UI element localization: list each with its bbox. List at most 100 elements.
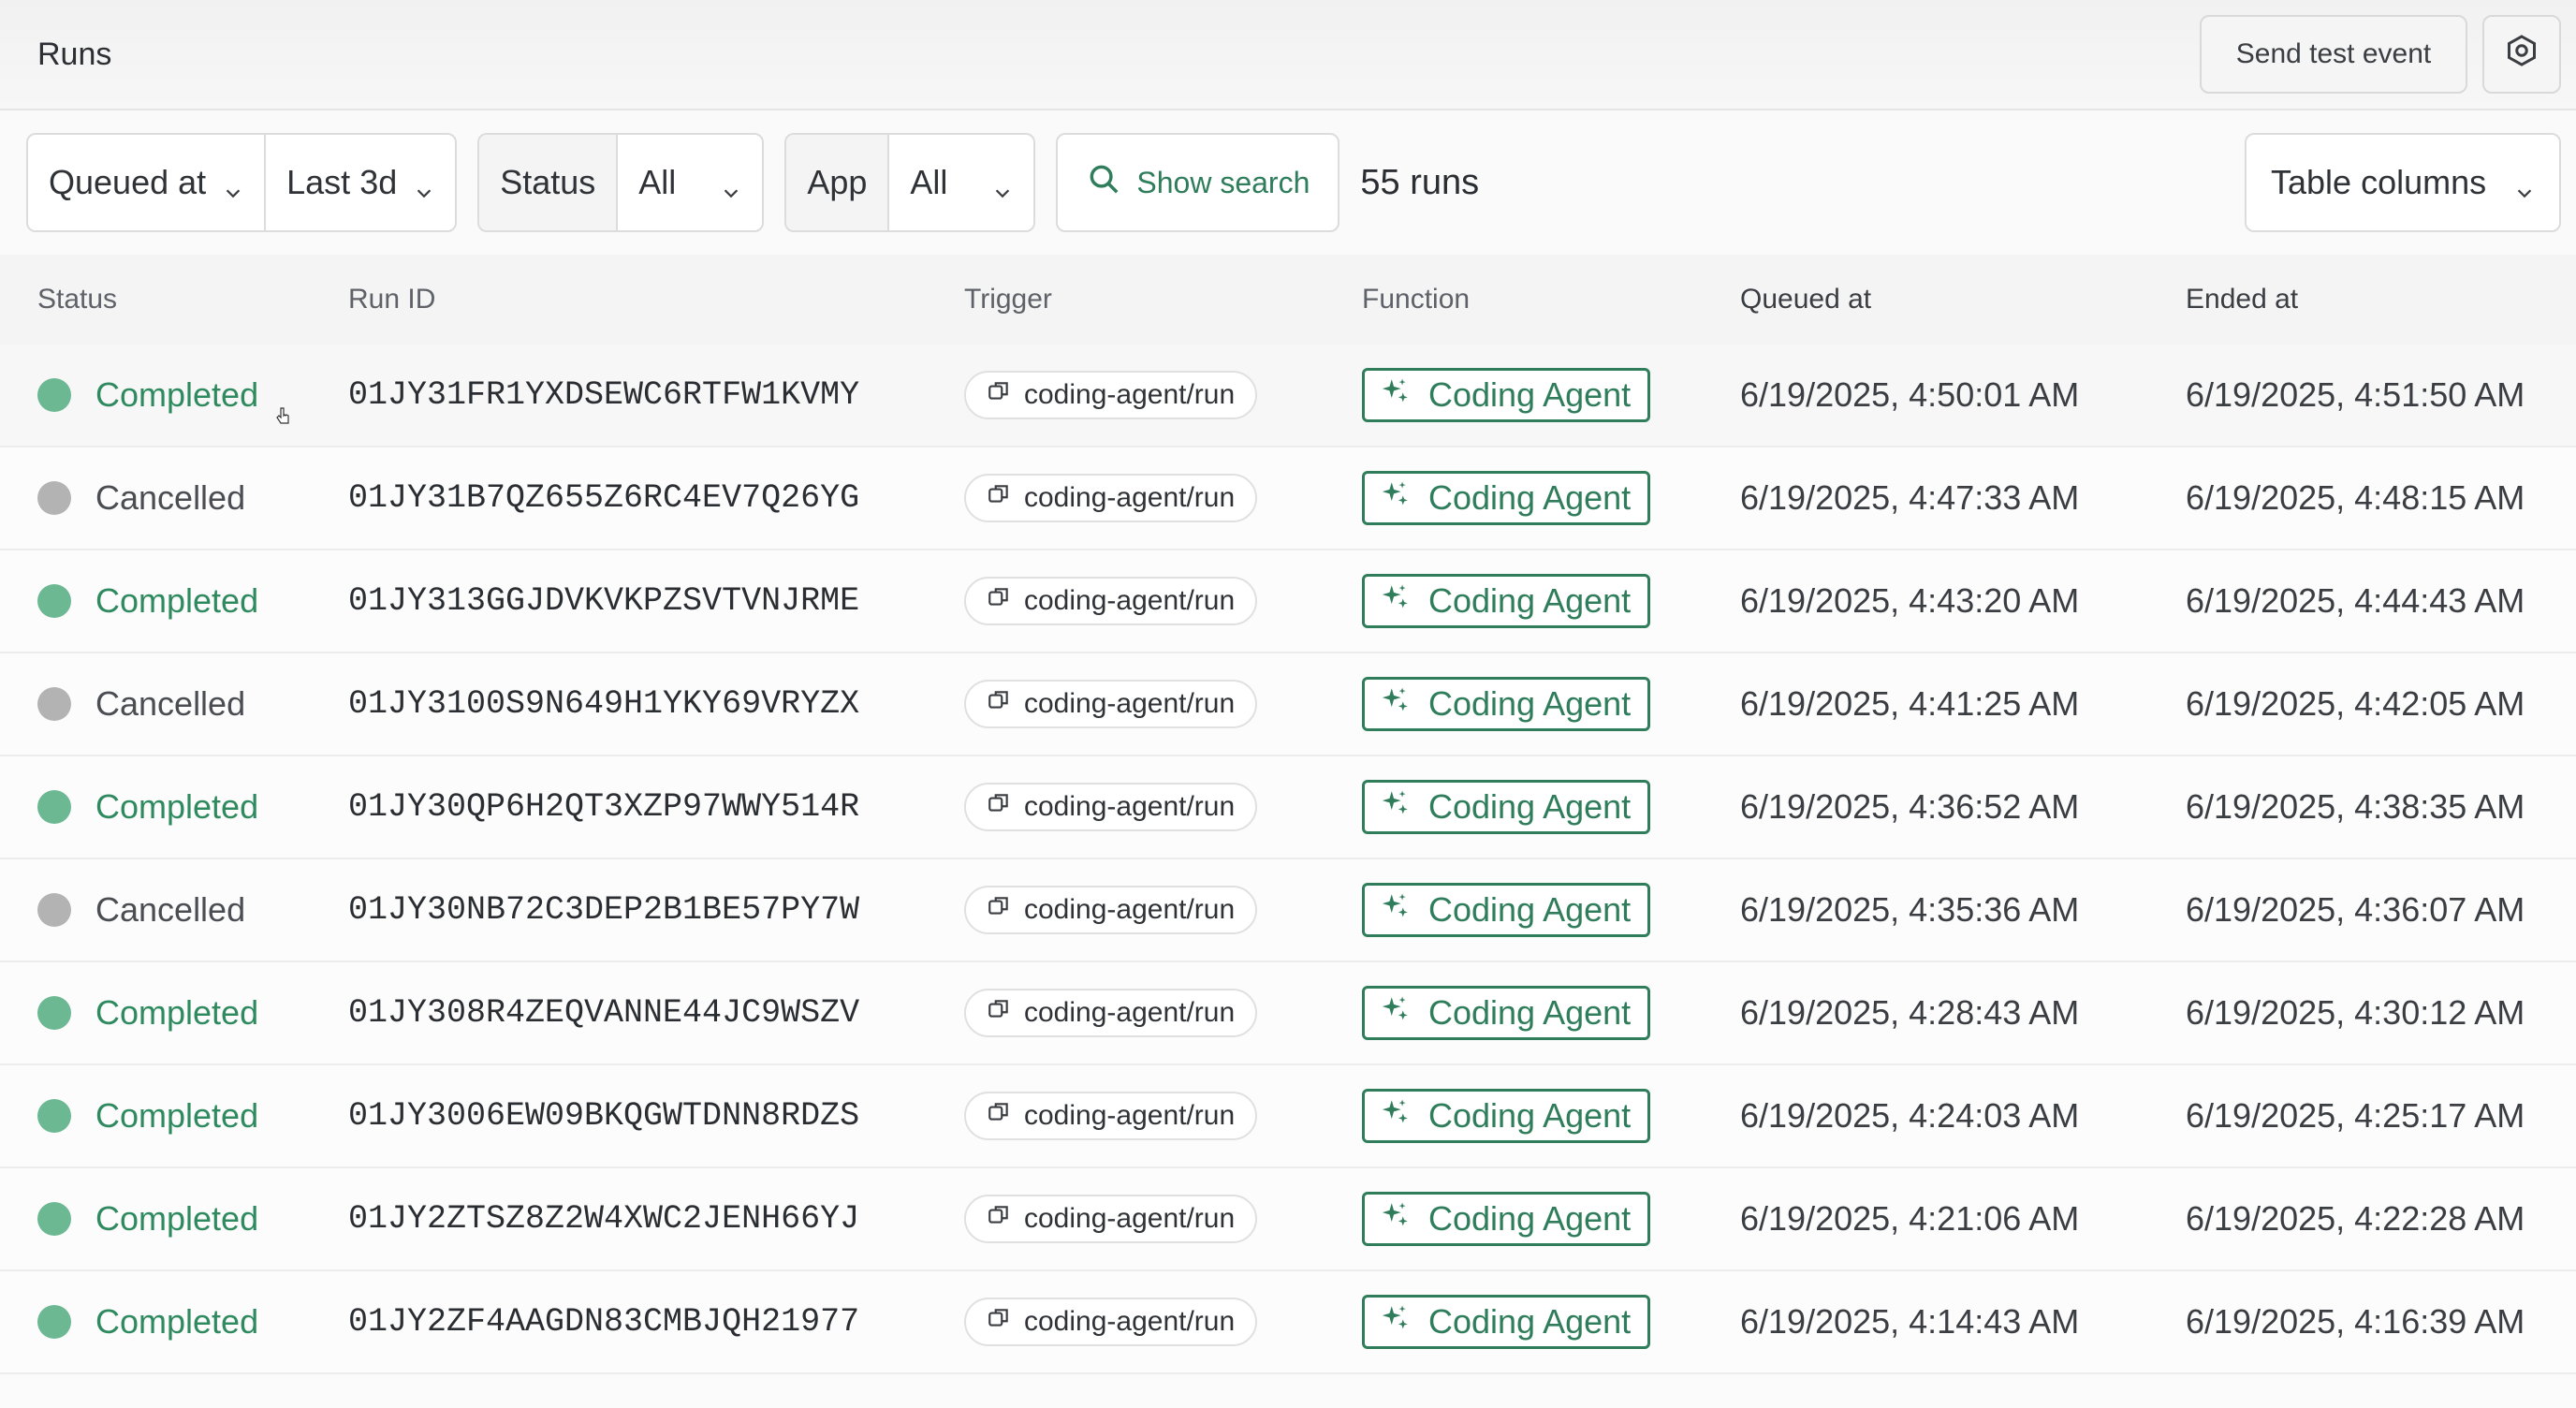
run-id-cell[interactable]: 01JY313GGJDVKVKPZSVTVNJRME <box>311 582 964 620</box>
status-cell: Completed <box>0 1199 311 1239</box>
trigger-pill[interactable]: coding-agent/run <box>964 577 1258 625</box>
table-row[interactable]: Completed 01JY308R4ZEQVANNE44JC9WSZV codin… <box>0 962 2576 1065</box>
trigger-pill[interactable]: coding-agent/run <box>964 886 1258 934</box>
table-row[interactable]: Completed 01JY2ZTSZ8Z2W4XWC2JENH66YJ codin… <box>0 1168 2576 1271</box>
run-id-cell[interactable]: 01JY30QP6H2QT3XZP97WWY514R <box>311 788 964 826</box>
column-header-status[interactable]: Status <box>0 284 311 315</box>
time-range-select[interactable]: Last 3d <box>266 135 455 230</box>
queued-at-cell: 6/19/2025, 4:14:43 AM <box>1740 1302 2080 1341</box>
top-bar: Runs Send test event <box>0 0 2576 110</box>
function-cell: Coding Agent <box>1362 780 1740 834</box>
trigger-pill[interactable]: coding-agent/run <box>964 1195 1258 1243</box>
function-cell: Coding Agent <box>1362 471 1740 525</box>
ended-at-cell: 6/19/2025, 4:22:28 AM <box>2186 1199 2525 1238</box>
trigger-pill[interactable]: coding-agent/run <box>964 1092 1258 1140</box>
run-id-cell[interactable]: 01JY3006EW09BKQGWTDNN8RDZS <box>311 1097 964 1135</box>
settings-button[interactable] <box>2482 15 2561 94</box>
status-filter-value: All <box>638 163 677 201</box>
run-id-cell[interactable]: 01JY2ZTSZ8Z2W4XWC2JENH66YJ <box>311 1200 964 1238</box>
top-actions: Send test event <box>2200 15 2561 94</box>
function-badge[interactable]: Coding Agent <box>1362 883 1651 937</box>
run-id-cell[interactable]: 01JY308R4ZEQVANNE44JC9WSZV <box>311 994 964 1032</box>
status-dot-icon <box>37 481 71 515</box>
column-header-trigger[interactable]: Trigger <box>964 284 1362 315</box>
function-cell: Coding Agent <box>1362 986 1740 1040</box>
show-search-label: Show search <box>1136 165 1310 199</box>
function-badge[interactable]: Coding Agent <box>1362 1089 1651 1143</box>
queued-at-cell: 6/19/2025, 4:36:52 AM <box>1740 787 2080 826</box>
sparkle-icon <box>1380 993 1412 1034</box>
status-cell: Completed <box>0 787 311 827</box>
sparkle-icon <box>1380 684 1412 725</box>
queued-at-cell: 6/19/2025, 4:41:25 AM <box>1740 684 2080 723</box>
time-field-select[interactable]: Queued at <box>28 135 267 230</box>
sparkle-icon <box>1380 1199 1412 1239</box>
function-badge[interactable]: Coding Agent <box>1362 368 1651 422</box>
function-name: Coding Agent <box>1428 581 1632 620</box>
trigger-pill[interactable]: coding-agent/run <box>964 783 1258 831</box>
trigger-pill[interactable]: coding-agent/run <box>964 371 1258 419</box>
run-id-cell[interactable]: 01JY2ZF4AAGDN83CMBJQH21977 <box>311 1303 964 1341</box>
status-filter-select[interactable]: All <box>618 135 762 230</box>
run-id-cell[interactable]: 01JY30NB72C3DEP2B1BE57PY7W <box>311 891 964 929</box>
trigger-cell: coding-agent/run <box>964 1195 1362 1243</box>
trigger-cell: coding-agent/run <box>964 680 1362 728</box>
function-name: Coding Agent <box>1428 478 1632 517</box>
queued-at-cell: 6/19/2025, 4:24:03 AM <box>1740 1096 2080 1135</box>
function-badge[interactable]: Coding Agent <box>1362 471 1651 525</box>
function-badge[interactable]: Coding Agent <box>1362 574 1651 628</box>
column-header-queued-at[interactable]: Queued at <box>1740 284 2186 315</box>
status-cell: Cancelled <box>0 890 311 930</box>
table-header: Status Run ID Trigger Function Queued at… <box>0 255 2576 345</box>
trigger-pill[interactable]: coding-agent/run <box>964 989 1258 1037</box>
ended-at-cell: 6/19/2025, 4:51:50 AM <box>2186 375 2525 414</box>
function-badge[interactable]: Coding Agent <box>1362 780 1651 834</box>
runs-app: Runs Send test event Queued at Last 3d S… <box>0 0 2576 1408</box>
function-badge[interactable]: Coding Agent <box>1362 1295 1651 1349</box>
trigger-cell: coding-agent/run <box>964 783 1362 831</box>
trigger-pill[interactable]: coding-agent/run <box>964 680 1258 728</box>
function-badge[interactable]: Coding Agent <box>1362 986 1651 1040</box>
event-icon <box>987 1203 1011 1235</box>
status-cell: Completed <box>0 1302 311 1342</box>
event-icon <box>987 894 1011 926</box>
send-test-event-button[interactable]: Send test event <box>2200 15 2467 94</box>
time-filter: Queued at Last 3d <box>26 133 458 232</box>
table-row[interactable]: Completed 01JY2ZF4AAGDN83CMBJQH21977 codin… <box>0 1271 2576 1374</box>
app-filter: App All <box>784 133 1036 232</box>
trigger-name: coding-agent/run <box>1024 1100 1236 1131</box>
ended-at-cell: 6/19/2025, 4:44:43 AM <box>2186 581 2525 620</box>
status-text: Completed <box>95 1096 259 1135</box>
trigger-cell: coding-agent/run <box>964 371 1362 419</box>
table-row[interactable]: Cancelled 01JY30NB72C3DEP2B1BE57PY7W codin… <box>0 859 2576 962</box>
function-badge[interactable]: Coding Agent <box>1362 677 1651 731</box>
table-row[interactable]: Completed 01JY30QP6H2QT3XZP97WWY514R codin… <box>0 756 2576 859</box>
table-row[interactable]: Cancelled 01JY3100S9N649H1YKY69VRYZX codin… <box>0 653 2576 756</box>
trigger-name: coding-agent/run <box>1024 688 1236 719</box>
ended-at-cell: 6/19/2025, 4:25:17 AM <box>2186 1096 2525 1135</box>
status-cell: Cancelled <box>0 478 311 518</box>
status-text: Cancelled <box>95 684 246 723</box>
status-cell: Completed <box>0 1096 311 1136</box>
table-row[interactable]: Completed 01JY3006EW09BKQGWTDNN8RDZS codin… <box>0 1065 2576 1168</box>
sparkle-icon <box>1380 375 1412 416</box>
trigger-cell: coding-agent/run <box>964 886 1362 934</box>
run-id-cell[interactable]: 01JY31FR1YXDSEWC6RTFW1KVMY <box>311 376 964 414</box>
trigger-pill[interactable]: coding-agent/run <box>964 474 1258 522</box>
table-row[interactable]: Completed 01JY31FR1YXDSEWC6RTFW1KVMY codin… <box>0 345 2576 447</box>
run-id-cell[interactable]: 01JY31B7QZ655Z6RC4EV7Q26YG <box>311 479 964 517</box>
column-header-function[interactable]: Function <box>1362 284 1740 315</box>
function-badge[interactable]: Coding Agent <box>1362 1192 1651 1246</box>
show-search-button[interactable]: Show search <box>1056 133 1340 232</box>
run-id-cell[interactable]: 01JY3100S9N649H1YKY69VRYZX <box>311 685 964 723</box>
table-row[interactable]: Completed 01JY313GGJDVKVKPZSVTVNJRME codin… <box>0 550 2576 653</box>
status-text: Cancelled <box>95 890 246 929</box>
column-header-ended-at[interactable]: Ended at <box>2186 284 2576 315</box>
app-filter-select[interactable]: All <box>889 135 1033 230</box>
column-header-run-id[interactable]: Run ID <box>311 284 964 315</box>
table-columns-button[interactable]: Table columns <box>2245 133 2561 232</box>
trigger-cell: coding-agent/run <box>964 474 1362 522</box>
trigger-pill[interactable]: coding-agent/run <box>964 1298 1258 1346</box>
status-cell: Completed <box>0 993 311 1033</box>
table-row[interactable]: Cancelled 01JY31B7QZ655Z6RC4EV7Q26YG codin… <box>0 447 2576 550</box>
